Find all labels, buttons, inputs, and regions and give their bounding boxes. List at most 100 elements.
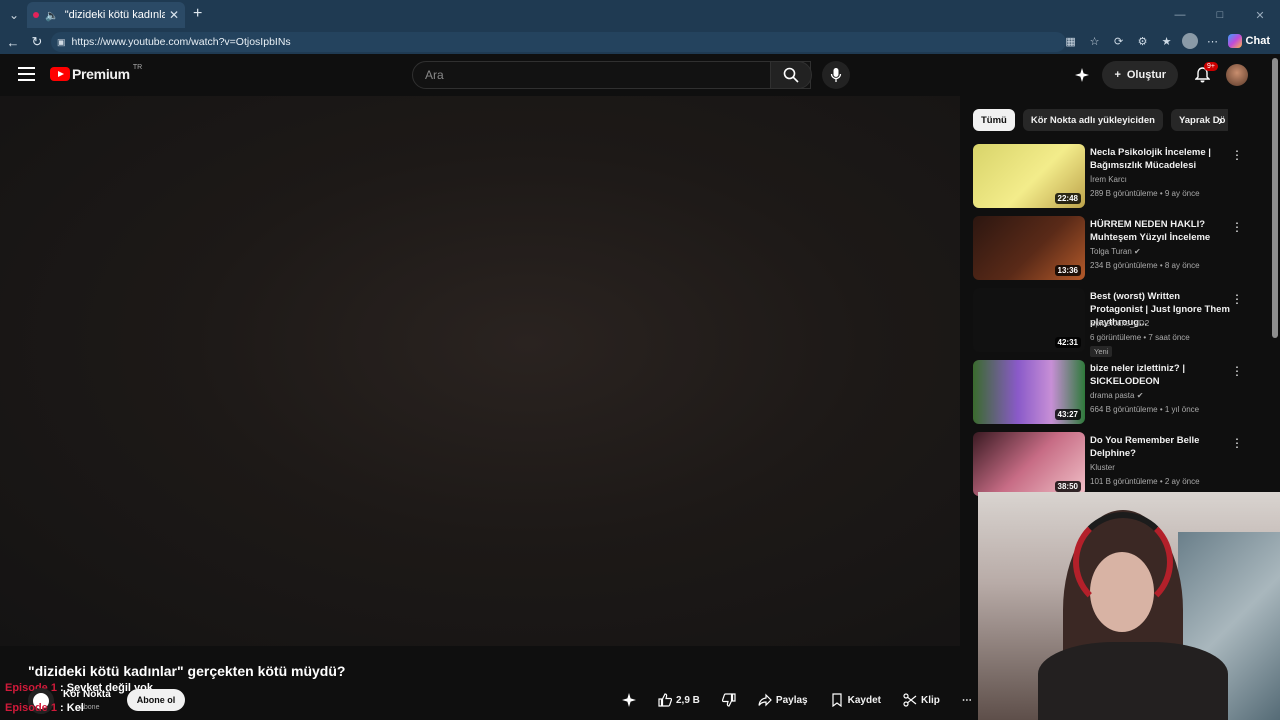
- new-tab-button[interactable]: +: [193, 5, 202, 23]
- masthead: Premium TR Ara + Oluştur 9+: [0, 54, 1268, 96]
- window-controls: — □ ✕: [1160, 0, 1280, 30]
- thumbs-down-icon: [721, 693, 736, 707]
- notifications-button[interactable]: 9+: [1188, 61, 1218, 89]
- extensions-icon[interactable]: ⟳: [1110, 35, 1128, 48]
- clip-label: Klip: [920, 694, 940, 706]
- list-item[interactable]: 22:48 Necla Psikolojik İnceleme | Bağıms…: [973, 144, 1253, 216]
- chevron-right-icon[interactable]: ›: [1218, 112, 1223, 128]
- new-badge: Yeni: [1090, 346, 1113, 357]
- rec-meta: 101 B görüntüleme • 2 ay önce: [1090, 477, 1200, 486]
- region-code: TR: [132, 63, 143, 71]
- share-button[interactable]: Paylaş: [750, 689, 816, 711]
- rec-title[interactable]: bize neler izlettiniz? | SICKELODEON: [1090, 362, 1230, 388]
- tab-title: "dizideki kötü kadınlar" gerçe: [64, 9, 165, 21]
- video-thumbnail[interactable]: 22:48: [973, 144, 1085, 208]
- browser-tab[interactable]: 🔈 "dizideki kötü kadınlar" gerçe ✕: [27, 2, 185, 28]
- list-item[interactable]: 42:31 Best (worst) Written Protagonist |…: [973, 288, 1253, 360]
- kebab-menu-icon[interactable]: ⋮: [1231, 292, 1243, 306]
- filter-chips: Tümü Kör Nokta adlı yükleyiciden Yaprak …: [973, 109, 1228, 131]
- verified-icon: ✔: [1136, 391, 1144, 400]
- favorites-icon[interactable]: ★: [1158, 35, 1176, 48]
- rec-channel[interactable]: drama pasta ✔: [1090, 391, 1143, 400]
- clip-button[interactable]: Klip: [895, 689, 948, 711]
- subscribe-button[interactable]: Abone ol: [127, 689, 185, 711]
- rec-channel[interactable]: Kluster: [1090, 463, 1115, 472]
- create-button[interactable]: + Oluştur: [1102, 61, 1178, 89]
- address-bar: ← ↻ ▣ https://www.youtube.com/watch?v=Ot…: [0, 30, 1280, 54]
- save-label: Kaydet: [847, 694, 881, 706]
- search-placeholder: Ara: [425, 68, 444, 82]
- logo-text: Premium: [72, 66, 130, 82]
- caption-episode: Episode 1: [5, 702, 57, 714]
- video-thumbnail[interactable]: 38:50: [973, 432, 1085, 496]
- scissors-icon: [903, 693, 917, 707]
- like-button[interactable]: 2,9 B: [650, 689, 708, 711]
- webcam-shirt: [1038, 642, 1228, 720]
- rec-title[interactable]: HÜRREM NEDEN HAKLI? Muhteşem Yüzyıl İnce…: [1090, 218, 1230, 244]
- window-close-button[interactable]: ✕: [1240, 9, 1280, 22]
- tab-actions-menu[interactable]: ⌄: [3, 4, 25, 26]
- rec-title[interactable]: Do You Remember Belle Delphine?: [1090, 434, 1230, 460]
- profile-icon[interactable]: [1181, 33, 1198, 49]
- search-button[interactable]: [770, 61, 812, 89]
- menu-icon[interactable]: [18, 67, 35, 81]
- microphone-icon: [830, 68, 842, 82]
- lock-icon[interactable]: ▣: [57, 37, 66, 48]
- recommendation-list: 22:48 Necla Psikolojik İnceleme | Bağıms…: [973, 144, 1253, 504]
- more-icon[interactable]: ⋯: [1204, 35, 1222, 48]
- video-thumbnail[interactable]: 43:27: [973, 360, 1085, 424]
- share-icon: [758, 693, 772, 707]
- rec-title[interactable]: Necla Psikolojik İnceleme | Bağımsızlık …: [1090, 146, 1230, 172]
- sparkle-icon[interactable]: [1072, 65, 1092, 85]
- page-scrollbar[interactable]: [1272, 58, 1278, 338]
- like-count: 2,9 B: [676, 694, 700, 706]
- speaker-icon[interactable]: 🔈: [45, 9, 59, 22]
- kebab-menu-icon[interactable]: ⋮: [1231, 148, 1243, 162]
- maximize-button[interactable]: □: [1200, 9, 1240, 21]
- dislike-button[interactable]: [714, 689, 744, 711]
- kebab-menu-icon[interactable]: ⋮: [1231, 364, 1243, 378]
- close-icon[interactable]: ✕: [169, 8, 179, 22]
- url-text: https://www.youtube.com/watch?v=OtjosIpb…: [71, 36, 291, 48]
- masthead-actions: + Oluştur 9+: [1072, 61, 1248, 89]
- minimize-button[interactable]: —: [1160, 9, 1200, 21]
- save-button[interactable]: Kaydet: [822, 689, 889, 711]
- app-available-icon[interactable]: ▦: [1062, 35, 1080, 48]
- list-item[interactable]: 13:36 HÜRREM NEDEN HAKLI? Muhteşem Yüzyı…: [973, 216, 1253, 288]
- video-player[interactable]: [0, 96, 960, 646]
- video-thumbnail[interactable]: 42:31: [973, 288, 1085, 352]
- search-input[interactable]: Ara: [412, 61, 811, 89]
- rec-channel[interactable]: İrem Karcı: [1090, 175, 1127, 184]
- bookmark-icon: [832, 693, 842, 707]
- youtube-logo[interactable]: Premium TR: [50, 63, 143, 82]
- sparkle-icon: [622, 693, 636, 707]
- more-actions-button[interactable]: ⋯: [954, 689, 980, 711]
- kebab-menu-icon[interactable]: ⋮: [1231, 220, 1243, 234]
- rec-meta: 664 B görüntüleme • 1 yıl önce: [1090, 405, 1200, 414]
- browser-essentials-icon[interactable]: ⚙: [1134, 35, 1152, 48]
- chip-from-uploader[interactable]: Kör Nokta adlı yükleyiciden: [1022, 109, 1163, 131]
- verified-icon: ✔: [1134, 247, 1141, 256]
- kebab-menu-icon[interactable]: ⋮: [1231, 436, 1243, 450]
- back-button[interactable]: ←: [2, 35, 24, 50]
- favorite-star-icon[interactable]: ☆: [1086, 35, 1104, 48]
- chip-all[interactable]: Tümü: [973, 109, 1015, 131]
- url-field[interactable]: ▣ https://www.youtube.com/watch?v=OtjosI…: [51, 32, 1066, 52]
- avatar[interactable]: [1226, 64, 1248, 86]
- video-thumbnail[interactable]: 13:36: [973, 216, 1085, 280]
- rec-channel[interactable]: Tolga Turan ✔: [1090, 247, 1141, 256]
- browser-tab-bar: ⌄ 🔈 "dizideki kötü kadınlar" gerçe ✕ + —…: [0, 0, 1280, 30]
- list-item[interactable]: 43:27 bize neler izlettiniz? | SICKELODE…: [973, 360, 1253, 432]
- channel-name[interactable]: Kör Nokta: [63, 689, 111, 700]
- create-label: Oluştur: [1126, 69, 1166, 81]
- webcam-overlay: [978, 492, 1280, 720]
- youtube-favicon-icon: [33, 12, 39, 18]
- ask-button[interactable]: [614, 689, 644, 711]
- copilot-chat-button[interactable]: Chat: [1227, 34, 1270, 48]
- rec-channel[interactable]: SpiderJake_3D2: [1090, 319, 1149, 328]
- video-actions: 2,9 B Paylaş Kaydet Klip ⋯: [614, 689, 980, 711]
- copilot-icon: [1227, 34, 1242, 48]
- refresh-button[interactable]: ↻: [26, 34, 48, 50]
- rec-meta: 6 görüntüleme • 7 saat önce: [1090, 333, 1190, 342]
- voice-search-button[interactable]: [822, 61, 850, 89]
